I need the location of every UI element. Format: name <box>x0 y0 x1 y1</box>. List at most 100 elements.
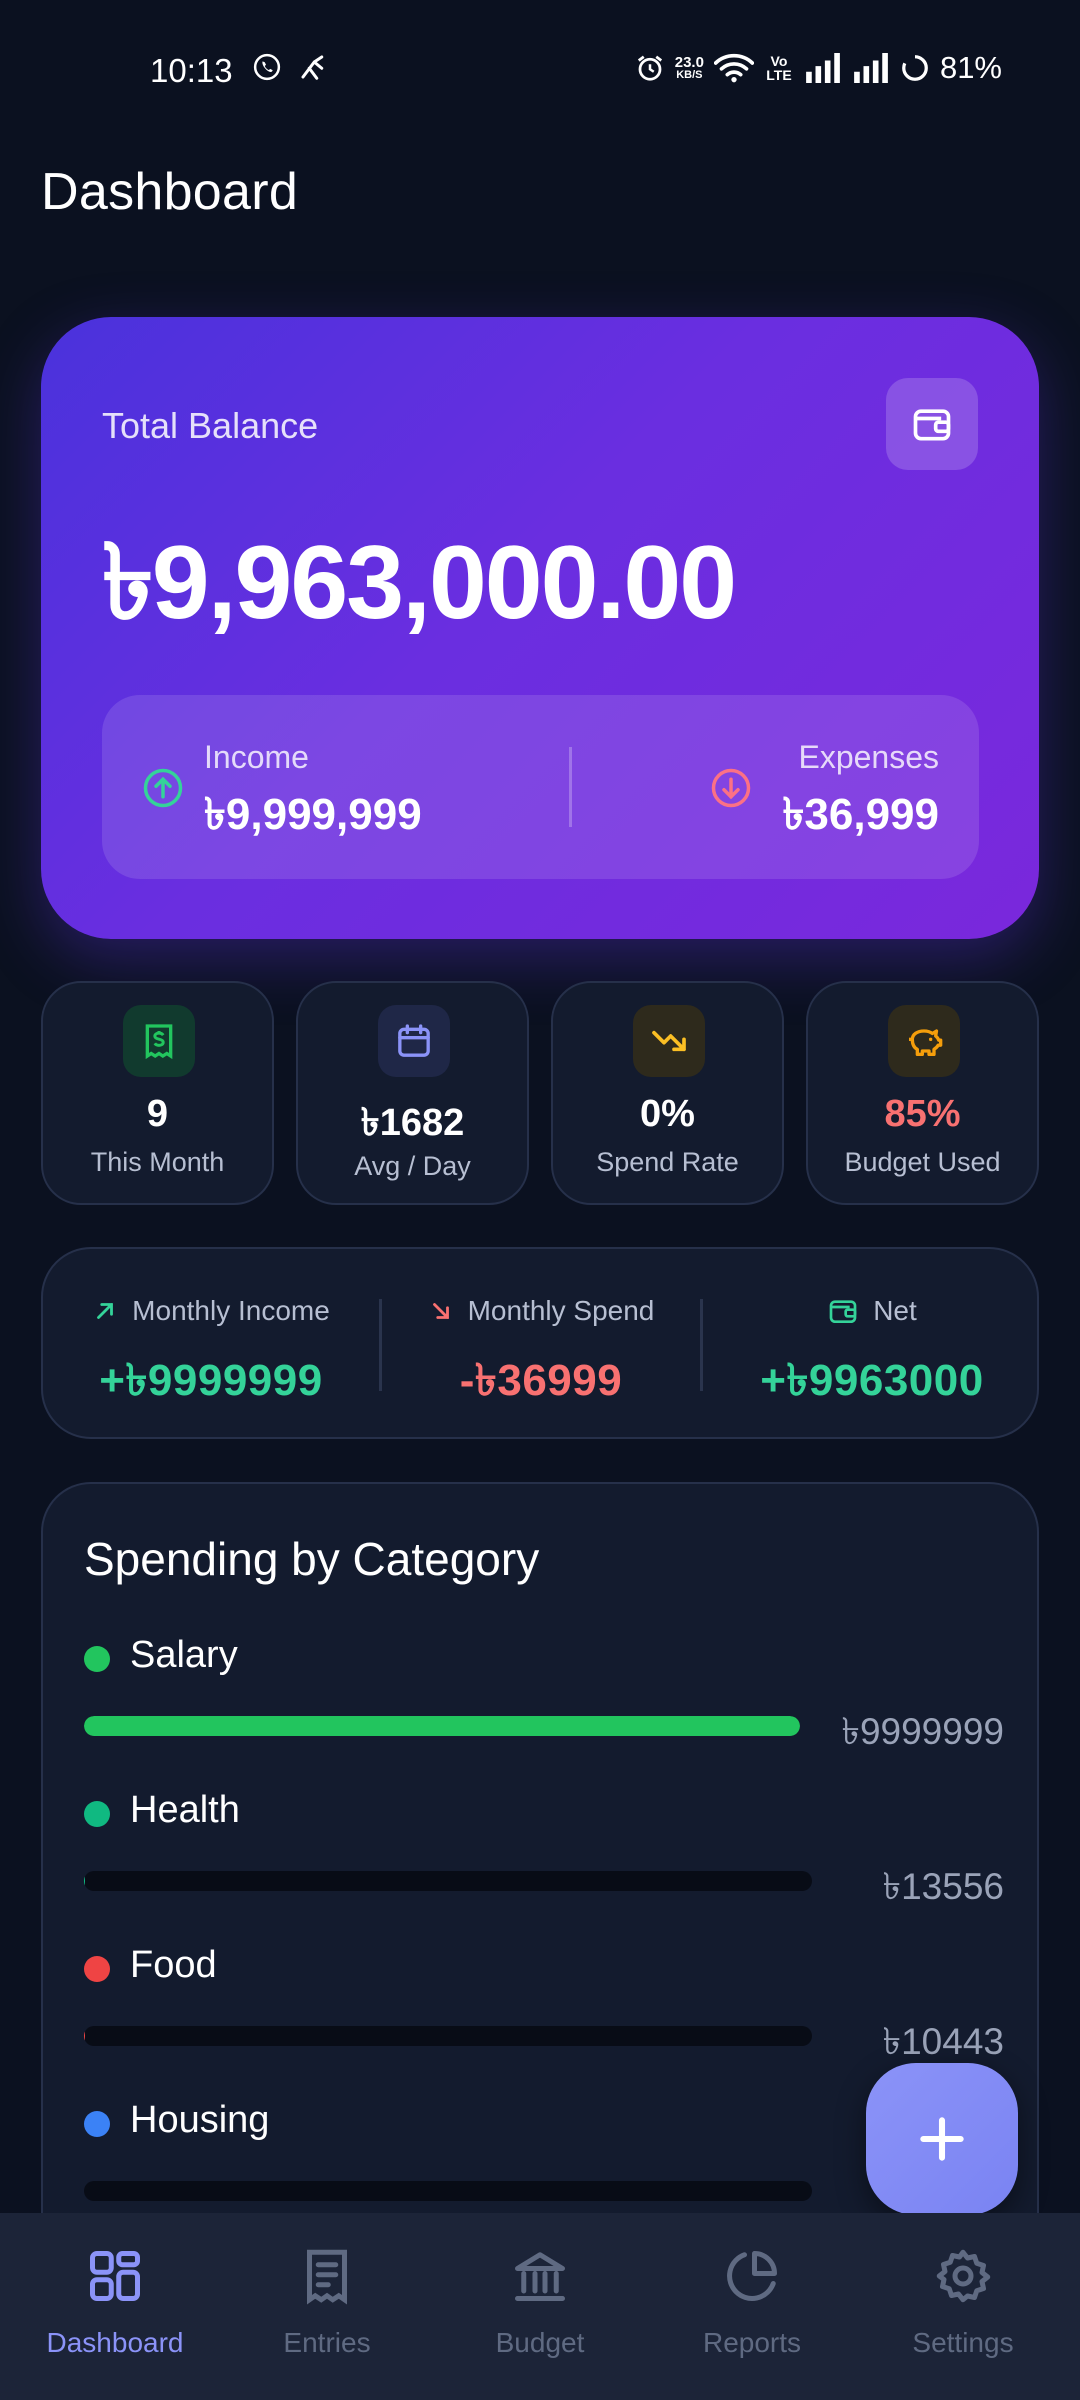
nav-item-budget[interactable]: Budget <box>440 2243 640 2359</box>
gear-icon <box>936 2249 991 2303</box>
category-progress-bar <box>84 2026 812 2046</box>
wallet-icon <box>913 409 951 441</box>
monthly-spend: Monthly Spend -৳36999 <box>382 1295 700 1420</box>
category-dot <box>84 1956 110 1982</box>
arrow-down-circle-icon <box>711 768 751 808</box>
dashboard-grid-icon <box>90 2251 140 2301</box>
expenses-label: Expenses <box>798 739 939 775</box>
stat-budget-used[interactable]: 85% Budget Used <box>806 981 1039 1205</box>
category-dot <box>84 1646 110 1672</box>
wallet-icon <box>829 1300 857 1323</box>
wifi-icon <box>713 53 754 83</box>
bottom-navigation: Dashboard Entries Budget Reports Setting… <box>0 2213 1080 2400</box>
status-bar: 10:13 23.0 KB/S Vo LTE 81% <box>0 0 1080 140</box>
category-progress-fill <box>84 1871 86 1891</box>
add-entry-button[interactable] <box>866 2063 1018 2215</box>
monthly-net: Net +৳9963000 <box>703 1295 1041 1420</box>
stat-label: This Month <box>90 1147 225 1177</box>
category-name: Housing <box>130 2099 270 2141</box>
call-icon <box>301 55 324 80</box>
category-amount: ৳13556 <box>882 1866 1004 1907</box>
nav-item-dashboard[interactable]: Dashboard <box>15 2243 215 2359</box>
signal-icon <box>854 53 888 83</box>
stat-icon-wrap <box>378 1005 450 1077</box>
income-expense-panel: Income ৳9,999,999 Expenses ৳36,999 <box>102 695 979 879</box>
nav-item-settings[interactable]: Settings <box>863 2243 1063 2359</box>
category-progress-fill <box>84 1716 800 1736</box>
category-amount: ৳9999999 <box>841 1711 1004 1752</box>
stat-value: 9 <box>146 1093 169 1135</box>
monthly-spend-head: Monthly Spend <box>382 1295 700 1327</box>
stat-avg-day[interactable]: ৳1682 Avg / Day <box>296 981 529 1205</box>
arrow-down-right-icon <box>432 1303 449 1319</box>
bank-icon <box>515 2252 565 2301</box>
stat-icon-wrap <box>633 1005 705 1077</box>
category-item[interactable]: Food ৳10443 <box>84 1944 1004 2094</box>
battery-percent: 81% <box>939 50 1002 85</box>
monthly-income: Monthly Income +৳9999999 <box>43 1295 379 1420</box>
section-title: Spending by Category <box>84 1533 540 1585</box>
volte-label: Vo LTE <box>766 53 792 83</box>
receipt-list-icon <box>307 2249 347 2305</box>
monthly-spend-value: -৳36999 <box>459 1356 623 1405</box>
nav-item-entries[interactable]: Entries <box>227 2243 427 2359</box>
stat-icon-wrap <box>888 1005 960 1077</box>
arrow-up-right-icon <box>97 1303 114 1319</box>
monthly-income-head: Monthly Income <box>43 1295 379 1327</box>
stat-this-month[interactable]: 9 This Month <box>41 981 274 1205</box>
category-dot <box>84 1801 110 1827</box>
nav-icon-wrap <box>227 2243 427 2309</box>
nav-label: Budget <box>495 2327 585 2358</box>
stat-label: Avg / Day <box>354 1151 471 1181</box>
whatsapp-icon <box>253 53 281 81</box>
wallet-button[interactable] <box>886 378 978 470</box>
stat-value: ৳1682 <box>360 1102 465 1144</box>
stat-value: 85% <box>884 1093 961 1135</box>
stat-spend-rate[interactable]: 0% Spend Rate <box>551 981 784 1205</box>
speed-unit: KB/S <box>676 69 703 81</box>
nav-label: Settings <box>912 2327 1014 2358</box>
nav-icon-wrap <box>440 2243 640 2309</box>
stat-label: Spend Rate <box>596 1147 739 1177</box>
nav-item-reports[interactable]: Reports <box>652 2243 852 2359</box>
monthly-net-head: Net <box>703 1295 1041 1327</box>
alarm-icon <box>637 55 662 81</box>
total-balance-label: Total Balance <box>102 405 319 446</box>
network-speed: 23.0 KB/S <box>675 55 704 81</box>
category-item[interactable]: Salary ৳9999999 <box>84 1634 1004 1784</box>
receipt-icon <box>145 1024 173 1060</box>
income-label: Income <box>204 739 309 775</box>
plus-icon <box>920 2117 964 2161</box>
piggy-bank-icon <box>909 1029 943 1056</box>
nav-label: Entries <box>283 2327 371 2358</box>
status-time: 10:13 <box>150 52 233 89</box>
category-name: Health <box>130 1789 240 1831</box>
category-progress-bar <box>84 1716 800 1736</box>
divider <box>569 747 572 827</box>
signal-icon <box>806 53 840 83</box>
category-dot <box>84 2111 110 2137</box>
stat-label: Budget Used <box>844 1147 1001 1177</box>
monthly-income-value: +৳9999999 <box>99 1356 323 1405</box>
monthly-summary-card[interactable]: Monthly Income +৳9999999 Monthly Spend -… <box>41 1247 1039 1439</box>
pie-chart-icon <box>727 2251 777 2301</box>
category-name: Salary <box>130 1634 238 1676</box>
expenses-value: ৳36,999 <box>782 790 940 839</box>
stat-value: 0% <box>640 1093 695 1135</box>
nav-label: Dashboard <box>46 2327 184 2358</box>
balance-card[interactable]: Total Balance ৳9,963,000.00 Income ৳9,99… <box>41 317 1039 939</box>
total-balance-amount: ৳9,963,000.00 <box>102 525 737 641</box>
category-progress-bar <box>84 1871 812 1891</box>
category-progress-fill <box>84 2026 85 2046</box>
category-item[interactable]: Health ৳13556 <box>84 1789 1004 1939</box>
arrow-up-circle-icon <box>143 768 183 808</box>
trending-down-icon <box>652 1030 686 1052</box>
speed-value: 23.0 <box>674 54 704 71</box>
nav-icon-wrap <box>652 2243 852 2309</box>
monthly-income-label: Monthly Income <box>132 1295 330 1326</box>
page-title: Dashboard <box>41 163 299 221</box>
nav-label: Reports <box>702 2327 802 2358</box>
monthly-spend-label: Monthly Spend <box>467 1295 655 1326</box>
nav-icon-wrap <box>863 2243 1063 2309</box>
stat-icon-wrap <box>123 1005 195 1077</box>
